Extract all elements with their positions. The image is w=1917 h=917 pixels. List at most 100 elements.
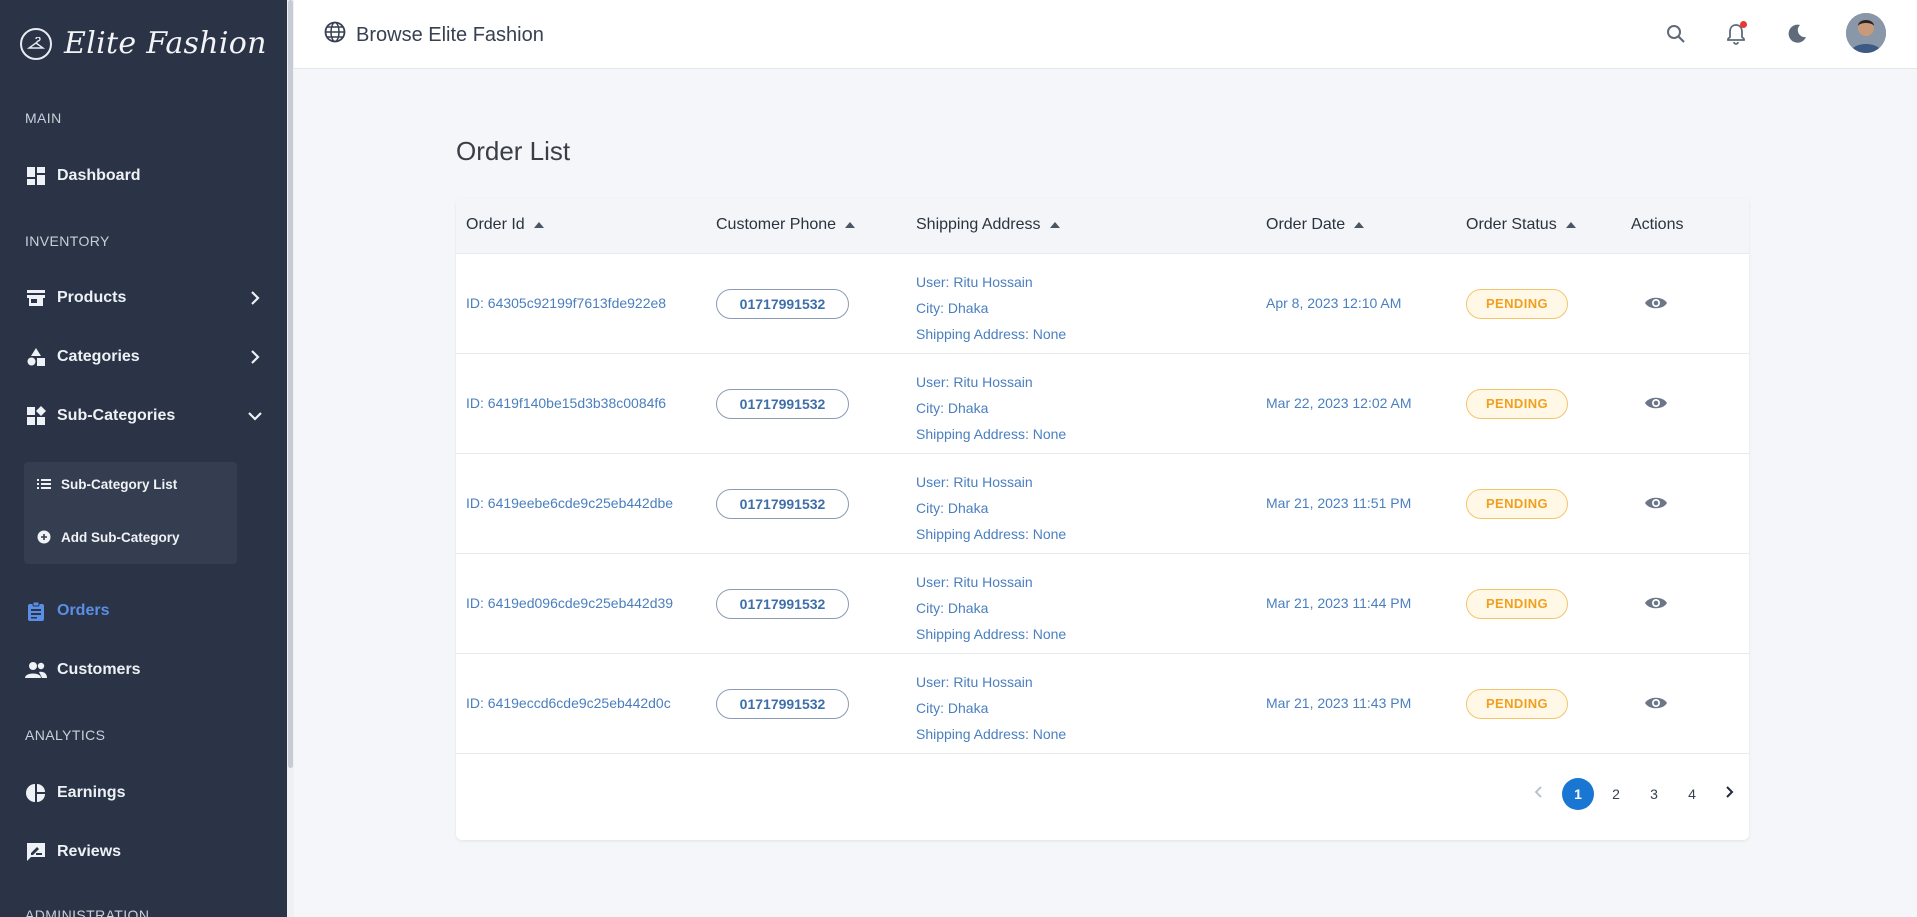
- notification-dot: [1740, 21, 1747, 28]
- chevron-right-icon: [245, 347, 265, 367]
- sidebar-item-label: Earnings: [57, 784, 126, 801]
- globe-icon: [324, 21, 346, 49]
- sidebar-item-products[interactable]: Products: [25, 280, 265, 316]
- moon-icon[interactable]: [1783, 20, 1811, 48]
- bell-icon[interactable]: [1722, 20, 1750, 48]
- table-row: ID: 6419ed096cde9c25eb442d39 01717991532…: [456, 554, 1749, 654]
- order-date: Mar 21, 2023 11:51 PM: [1266, 495, 1412, 511]
- prev-page-button[interactable]: [1529, 784, 1549, 804]
- phone-chip: 01717991532: [716, 289, 849, 319]
- sort-arrow-icon: [533, 222, 544, 228]
- sidebar-item-label: Products: [57, 289, 127, 306]
- table-row: ID: 6419eccd6cde9c25eb442d0c 01717991532…: [456, 654, 1749, 754]
- eye-icon: [1644, 395, 1668, 414]
- view-order-button[interactable]: [1643, 592, 1669, 616]
- table-header: Order Id Customer Phone Shipping Address…: [456, 198, 1749, 254]
- eye-icon: [1644, 295, 1668, 314]
- column-label: Order Status: [1466, 216, 1557, 233]
- phone-chip: 01717991532: [716, 589, 849, 619]
- store-icon: [25, 287, 47, 309]
- status-badge: PENDING: [1466, 289, 1568, 319]
- status-badge: PENDING: [1466, 489, 1568, 519]
- column-label: Order Date: [1266, 216, 1346, 233]
- section-label-inventory: INVENTORY: [25, 233, 110, 249]
- table-row: ID: 6419eebe6cde9c25eb442dbe 01717991532…: [456, 454, 1749, 554]
- submenu-item-sub-category-list[interactable]: Sub-Category List: [37, 472, 177, 496]
- phone-chip: 01717991532: [716, 689, 849, 719]
- order-date: Mar 21, 2023 11:43 PM: [1266, 695, 1412, 711]
- sidebar-item-dashboard[interactable]: Dashboard: [25, 158, 265, 194]
- page-button-1[interactable]: 1: [1562, 778, 1594, 810]
- sidebar-item-earnings[interactable]: Earnings: [25, 775, 265, 811]
- chevron-left-icon: [1532, 785, 1546, 804]
- column-header-order-id[interactable]: Order Id: [466, 216, 544, 234]
- chevron-right-icon: [245, 288, 265, 308]
- address-shipping: Shipping Address: None: [916, 726, 1067, 742]
- sidebar-item-orders[interactable]: Orders: [25, 593, 265, 629]
- view-order-button[interactable]: [1643, 492, 1669, 516]
- view-order-button[interactable]: [1643, 392, 1669, 416]
- address-user: User: Ritu Hossain: [916, 674, 1033, 690]
- topbar-title: Browse Elite Fashion: [356, 23, 544, 46]
- order-id[interactable]: ID: 6419f140be15d3b38c0084f6: [466, 395, 666, 411]
- sidebar-item-categories[interactable]: Categories: [25, 339, 265, 375]
- avatar[interactable]: [1846, 13, 1886, 53]
- order-date: Mar 22, 2023 12:02 AM: [1266, 395, 1412, 411]
- scrollbar-thumb[interactable]: [288, 0, 293, 768]
- table-row: ID: 64305c92199f7613fde922e8 01717991532…: [456, 254, 1749, 354]
- sidebar-item-customers[interactable]: Customers: [25, 652, 265, 688]
- submenu-item-label: Add Sub-Category: [61, 529, 180, 545]
- column-label: Actions: [1631, 216, 1684, 233]
- order-id[interactable]: ID: 6419ed096cde9c25eb442d39: [466, 595, 673, 611]
- widgets-icon: [25, 405, 47, 427]
- hanger-logo-icon: [20, 27, 52, 60]
- page-button-4[interactable]: 4: [1676, 778, 1708, 810]
- status-badge: PENDING: [1466, 589, 1568, 619]
- column-header-shipping-address[interactable]: Shipping Address: [916, 216, 1060, 234]
- column-header-order-date[interactable]: Order Date: [1266, 216, 1365, 234]
- sort-arrow-icon: [1565, 222, 1576, 228]
- status-badge: PENDING: [1466, 689, 1568, 719]
- column-header-customer-phone[interactable]: Customer Phone: [716, 216, 856, 234]
- shipping-address: User: Ritu Hossain City: Dhaka Shipping …: [916, 269, 1066, 347]
- order-id[interactable]: ID: 64305c92199f7613fde922e8: [466, 295, 666, 311]
- sidebar-item-label: Orders: [57, 602, 110, 619]
- address-city: City: Dhaka: [916, 300, 989, 316]
- shipping-address: User: Ritu Hossain City: Dhaka Shipping …: [916, 469, 1066, 547]
- column-label: Customer Phone: [716, 216, 837, 233]
- sort-arrow-icon: [845, 222, 856, 228]
- view-order-button[interactable]: [1643, 692, 1669, 716]
- view-order-button[interactable]: [1643, 292, 1669, 316]
- column-header-order-status[interactable]: Order Status: [1466, 216, 1576, 234]
- sort-arrow-icon: [1354, 222, 1365, 228]
- next-page-button[interactable]: [1719, 784, 1739, 804]
- sidebar-scrollbar[interactable]: [287, 0, 294, 917]
- section-label-analytics: ANALYTICS: [25, 727, 106, 743]
- browse-link[interactable]: Browse Elite Fashion: [324, 21, 544, 49]
- search-icon[interactable]: [1662, 20, 1690, 48]
- address-shipping: Shipping Address: None: [916, 426, 1067, 442]
- chevron-right-icon: [1722, 785, 1736, 804]
- order-id[interactable]: ID: 6419eccd6cde9c25eb442d0c: [466, 695, 671, 711]
- add-circle-icon: [37, 530, 51, 544]
- column-label: Order Id: [466, 216, 525, 233]
- page-button-3[interactable]: 3: [1638, 778, 1670, 810]
- sidebar-item-label: Reviews: [57, 843, 122, 860]
- sidebar-item-label: Sub-Categories: [57, 407, 176, 424]
- brand[interactable]: Elite Fashion: [20, 26, 267, 61]
- address-user: User: Ritu Hossain: [916, 474, 1033, 490]
- page-button-2[interactable]: 2: [1600, 778, 1632, 810]
- order-date: Mar 21, 2023 11:44 PM: [1266, 595, 1412, 611]
- people-icon: [25, 659, 47, 681]
- address-user: User: Ritu Hossain: [916, 374, 1033, 390]
- rate-review-icon: [25, 841, 47, 863]
- address-city: City: Dhaka: [916, 400, 989, 416]
- sidebar-item-label: Dashboard: [57, 167, 141, 184]
- shipping-address: User: Ritu Hossain City: Dhaka Shipping …: [916, 369, 1066, 447]
- pie-chart-icon: [25, 782, 47, 804]
- sidebar-item-reviews[interactable]: Reviews: [25, 834, 265, 870]
- sidebar-item-sub-categories[interactable]: Sub-Categories: [25, 398, 265, 434]
- order-id[interactable]: ID: 6419eebe6cde9c25eb442dbe: [466, 495, 673, 511]
- brand-name: Elite Fashion: [64, 26, 267, 61]
- submenu-item-add-sub-category[interactable]: Add Sub-Category: [37, 525, 180, 549]
